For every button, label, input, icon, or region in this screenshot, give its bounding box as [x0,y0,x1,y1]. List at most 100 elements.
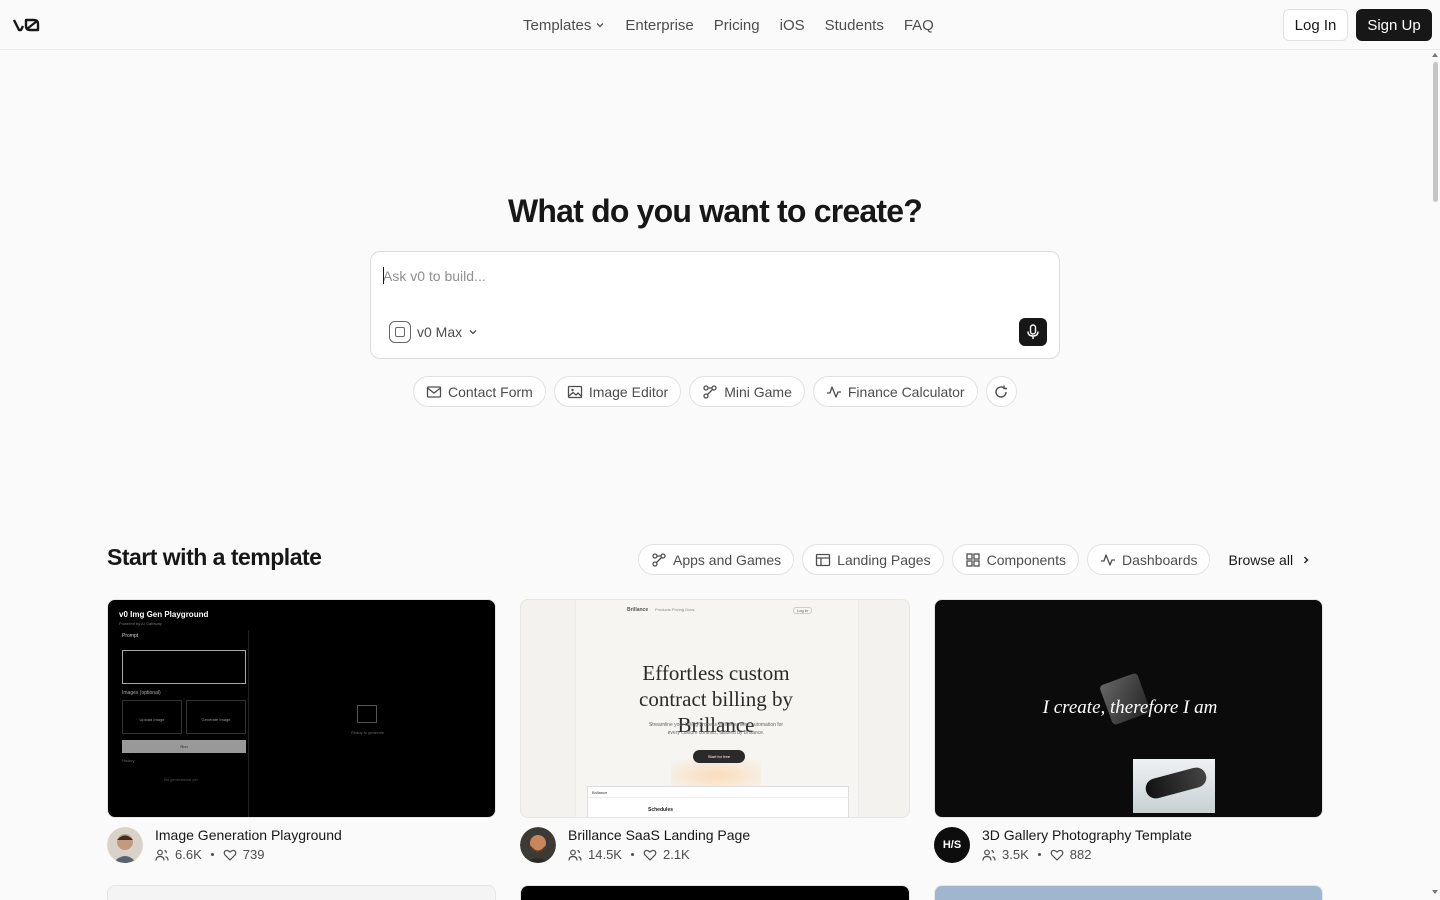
thumb-subline: Streamline your billing process with sea… [521,721,909,737]
thumb-upload-label: Upload Image [139,717,165,722]
thumb-history-label: History [122,758,135,763]
nav-templates-label: Templates [523,16,592,34]
activity-icon [826,385,841,398]
thumb-no-gen-label: No generations yet [164,777,198,782]
signup-button[interactable]: Sign Up [1356,9,1432,41]
filter-label: Dashboards [1121,551,1198,568]
separator-dot [630,853,634,856]
nav-pricing[interactable]: Pricing [704,17,770,34]
filter-dashboards[interactable]: Dashboards [1086,544,1211,575]
template-thumbnail[interactable]: Brillance Products Pricing Docs Log in E… [520,599,910,818]
chip-finance-calculator[interactable]: Finance Calculator [812,376,978,407]
card-users-count: 6.6K [175,847,202,862]
scroll-thumb[interactable] [1433,62,1438,202]
activity-icon [1100,553,1115,566]
card-title[interactable]: Brillance SaaS Landing Page [568,827,750,843]
refresh-suggestions-button[interactable] [985,376,1017,407]
suggestion-chips: Contact Form Image Editor Mini Game Fina… [413,376,1017,407]
template-card[interactable]: Brillance Products Pricing Docs Log in E… [520,599,910,863]
hero-title: What do you want to create? [508,193,923,229]
chip-contact-form[interactable]: Contact Form [413,376,546,407]
template-card-peek[interactable] [107,885,496,900]
browse-all-label: Browse all [1228,551,1294,568]
card-meta: Image Generation Playground 6.6K 739 [107,827,496,863]
login-button[interactable]: Log In [1283,9,1348,41]
thumb-sub-text: Streamline your billing process with sea… [648,722,784,736]
template-card-peek[interactable] [934,885,1323,900]
nav-faq[interactable]: FAQ [894,17,944,34]
model-chip-icon [389,321,411,343]
template-thumbnail[interactable]: I create, therefore I am [934,599,1323,818]
thumb-image-placeholder-icon [357,705,377,723]
avatar[interactable]: H/S [934,827,970,863]
thumb-brand: Brillance [627,607,649,613]
thumb-generate-box: Generate Image [186,700,246,734]
card-stats: 14.5K 2.1K [568,847,690,862]
nav-students[interactable]: Students [815,17,894,34]
avatar[interactable] [107,827,143,863]
thumb-divider [248,630,249,817]
filter-apps-and-games[interactable]: Apps and Games [638,544,795,575]
thumb-nav-links: Products Pricing Docs [655,607,695,612]
thumb-app-sub: Powered by AI Gateway [119,621,162,626]
model-selector[interactable]: v0 Max [389,321,478,343]
prompt-box: v0 Max [370,251,1060,359]
users-icon [982,849,996,861]
refresh-icon [995,385,1008,398]
chip-label: Finance Calculator [847,383,965,400]
chevron-down-icon [469,330,477,335]
thumb-run-label: Run [180,744,188,749]
card-likes-count: 882 [1069,847,1092,862]
chevron-right-icon [1304,556,1309,563]
grid-icon [965,552,980,567]
nav-enterprise[interactable]: Enterprise [615,17,703,34]
card-meta: Brillance SaaS Landing Page 14.5K 2.1K [520,827,910,863]
template-thumbnail[interactable]: v0 Img Gen Playground Powered by AI Gate… [107,599,496,818]
image-icon [567,385,582,398]
card-title[interactable]: Image Generation Playground [155,827,342,843]
chip-label: Contact Form [448,383,533,400]
card-likes-count: 2.1K [662,847,690,862]
nav-templates[interactable]: Templates [513,17,615,34]
avatar[interactable] [520,827,556,863]
scroll-down-arrow-icon[interactable] [1432,890,1438,894]
prompt-input[interactable] [383,264,1043,288]
thumb-ready-label: Ready to generate [351,730,384,735]
thumb-upload-box: Upload Image [122,700,182,734]
users-icon [155,849,169,861]
template-card[interactable]: v0 Img Gen Playground Powered by AI Gate… [107,599,496,863]
mail-icon [426,385,442,398]
heart-icon[interactable] [1050,848,1064,862]
chip-mini-game[interactable]: Mini Game [689,376,805,407]
microphone-button[interactable] [1019,318,1047,346]
thumb-panel: Brillance Schedules [587,786,850,817]
thumb-generate-label: Generate Image [201,717,231,722]
card-title[interactable]: 3D Gallery Photography Template [982,827,1192,843]
thumb-panel-title: Schedules [648,807,674,813]
filter-components[interactable]: Components [951,544,1079,575]
v0-logo-icon[interactable] [12,15,42,35]
card-likes-count: 739 [242,847,265,862]
heart-icon[interactable] [643,848,657,862]
card-users-count: 3.5K [1002,847,1029,862]
scroll-up-arrow-icon[interactable] [1432,53,1438,57]
nav-ios[interactable]: iOS [770,17,815,34]
thumb-login: Log in [793,607,812,614]
chip-image-editor[interactable]: Image Editor [553,376,682,407]
card-meta: H/S 3D Gallery Photography Template 3.5K… [934,827,1323,863]
template-card[interactable]: I create, therefore I am H/S 3D Gallery … [934,599,1323,863]
card-users-count: 14.5K [588,847,622,862]
heart-icon[interactable] [223,848,237,862]
users-icon [568,849,582,861]
avatar-text: H/S [942,839,962,851]
card-stats: 3.5K 882 [982,847,1091,862]
chip-label: Mini Game [724,383,792,400]
thumb-prompt-label: Prompt [122,633,139,639]
filter-landing-pages[interactable]: Landing Pages [802,544,944,575]
browse-all-link[interactable]: Browse all [1218,552,1311,568]
chip-label: Image Editor [588,383,669,400]
text-caret [383,267,384,284]
page-scrollbar[interactable] [1430,50,1440,900]
template-card-peek[interactable] [520,885,910,900]
thumb-panel-brand: Brillance [592,790,608,795]
